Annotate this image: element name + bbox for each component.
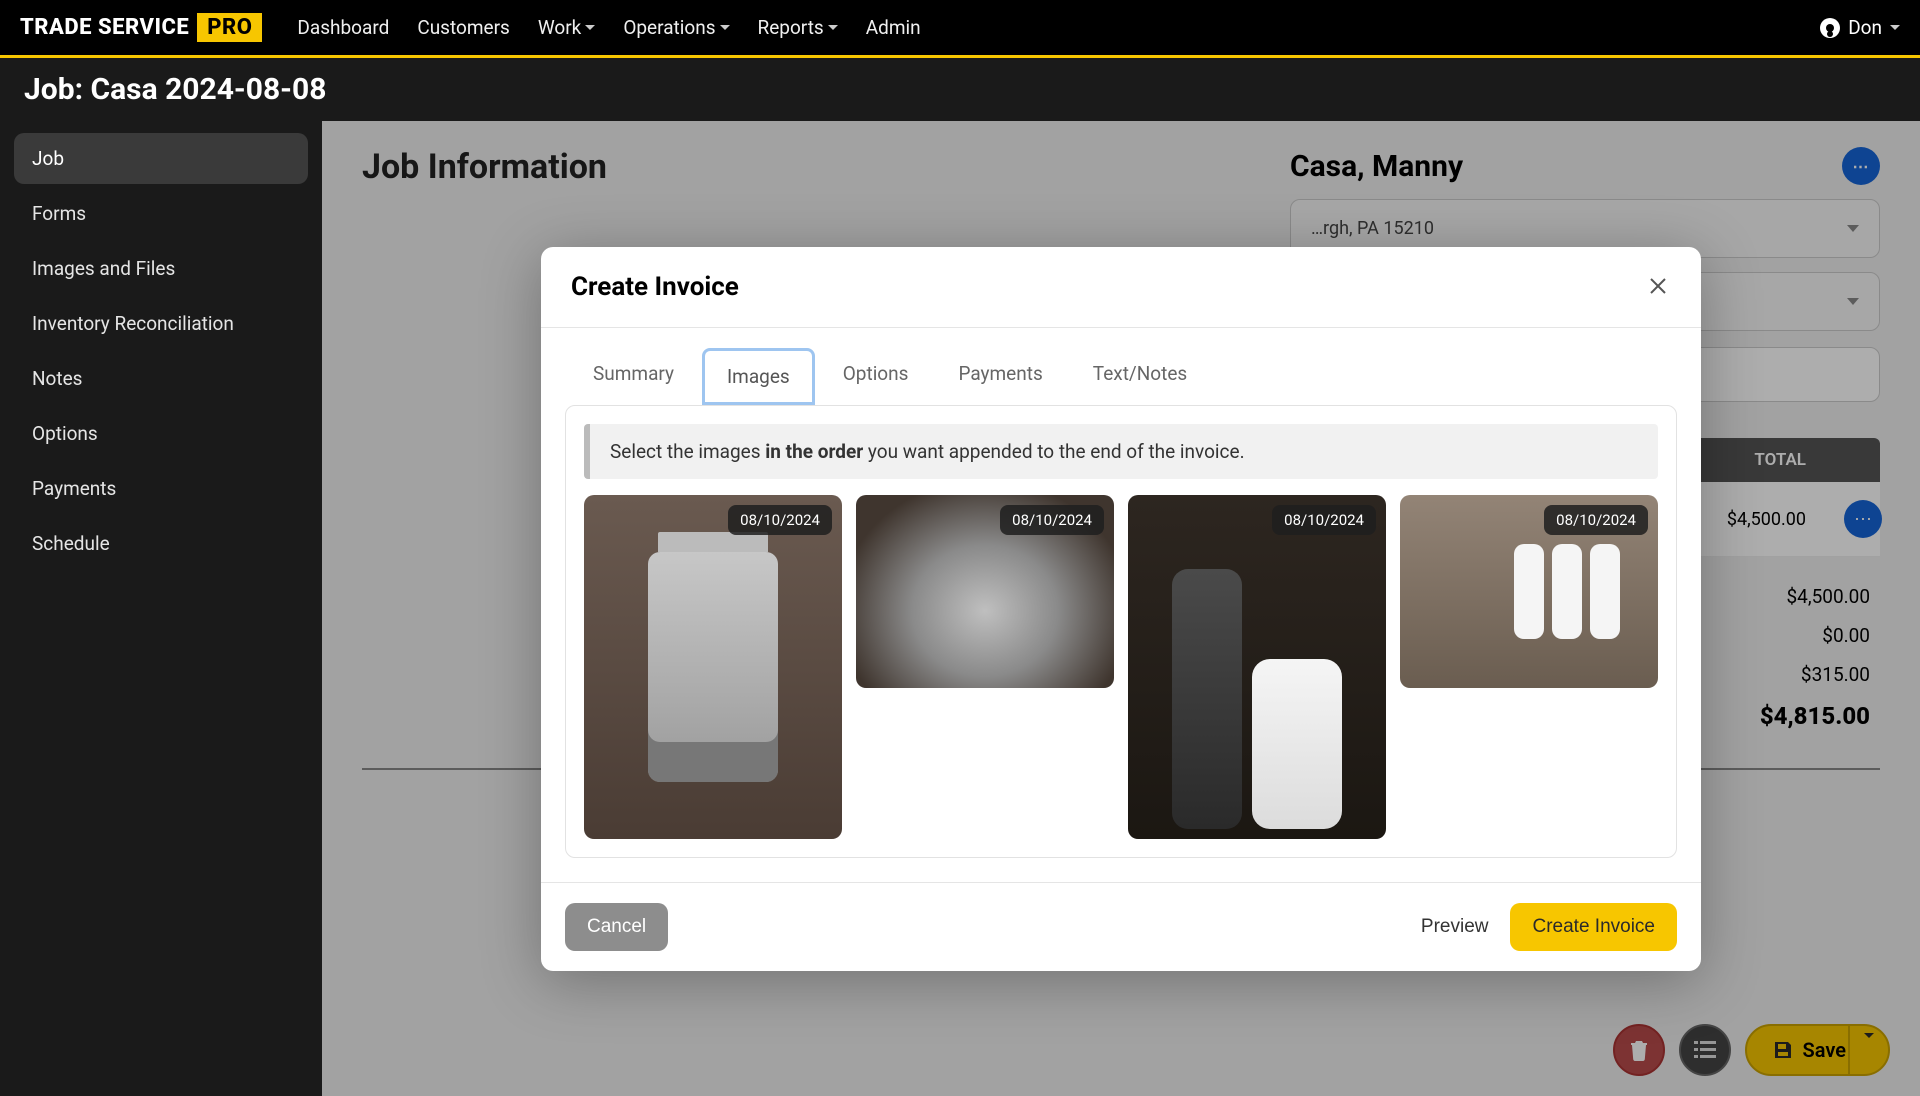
- callout-b: in the order: [765, 440, 863, 463]
- image-thumbnail-3[interactable]: 08/10/2024: [1128, 495, 1386, 839]
- nav-operations-label: Operations: [623, 16, 715, 39]
- nav-reports[interactable]: Reports: [758, 16, 838, 39]
- sidebar-item-label: Schedule: [32, 532, 110, 555]
- content-area: Job Information Casa, Manny ⋯ …rgh, PA 1…: [322, 121, 1920, 1096]
- tab-label: Text/Notes: [1093, 362, 1187, 385]
- image-grid: 08/10/2024 08/10/2024 08/10/2024 08/10/2…: [584, 495, 1658, 839]
- image-date-badge: 08/10/2024: [1272, 505, 1376, 535]
- image-thumbnail-2[interactable]: 08/10/2024: [856, 495, 1114, 688]
- brand-service: SERVICE: [98, 15, 189, 40]
- tab-payments[interactable]: Payments: [936, 348, 1064, 405]
- brand-pro: PRO: [197, 13, 262, 42]
- sidebar-item-notes[interactable]: Notes: [14, 353, 308, 404]
- nav-dashboard-label: Dashboard: [297, 16, 389, 39]
- tab-label: Summary: [593, 362, 674, 385]
- caret-down-icon: [720, 25, 730, 30]
- page-title: Job: Casa 2024-08-08: [0, 58, 1920, 121]
- nav-operations[interactable]: Operations: [623, 16, 729, 39]
- sidebar-item-label: Payments: [32, 477, 116, 500]
- image-thumbnail-4[interactable]: 08/10/2024: [1400, 495, 1658, 688]
- sidebar-item-schedule[interactable]: Schedule: [14, 518, 308, 569]
- close-button[interactable]: [1645, 269, 1671, 305]
- modal-tabs: Summary Images Options Payments Text/Not…: [541, 328, 1701, 405]
- caret-down-icon: [828, 25, 838, 30]
- user-name: Don: [1848, 16, 1882, 39]
- tab-label: Payments: [958, 362, 1042, 385]
- close-icon: [1649, 277, 1667, 295]
- create-label: Create Invoice: [1532, 916, 1655, 937]
- images-panel: Select the images in the order you want …: [565, 405, 1677, 858]
- nav-customers-label: Customers: [417, 16, 510, 39]
- user-icon: [1820, 18, 1840, 38]
- instruction-callout: Select the images in the order you want …: [584, 424, 1658, 479]
- sidebar-item-label: Images and Files: [32, 257, 175, 280]
- modal-title: Create Invoice: [571, 272, 739, 302]
- top-navbar: TRADE SERVICE PRO Dashboard Customers Wo…: [0, 0, 1920, 58]
- brand-trade: TRADE: [20, 15, 92, 40]
- tab-text-notes[interactable]: Text/Notes: [1071, 348, 1209, 405]
- nav-reports-label: Reports: [758, 16, 824, 39]
- sidebar-item-payments[interactable]: Payments: [14, 463, 308, 514]
- sidebar-item-label: Inventory Reconciliation: [32, 312, 234, 335]
- nav-work[interactable]: Work: [538, 16, 595, 39]
- callout-a: Select the images: [610, 440, 765, 463]
- image-date-badge: 08/10/2024: [728, 505, 832, 535]
- sidebar-item-job[interactable]: Job: [14, 133, 308, 184]
- caret-down-icon: [585, 25, 595, 30]
- modal-footer: Cancel Preview Create Invoice: [541, 882, 1701, 971]
- sidebar-item-label: Options: [32, 422, 98, 445]
- sidebar-item-options[interactable]: Options: [14, 408, 308, 459]
- tab-summary[interactable]: Summary: [571, 348, 696, 405]
- main-layout: Job Forms Images and Files Inventory Rec…: [0, 121, 1920, 1096]
- sidebar-item-label: Notes: [32, 367, 83, 390]
- nav-items: Dashboard Customers Work Operations Repo…: [297, 16, 920, 39]
- image-date-badge: 08/10/2024: [1000, 505, 1104, 535]
- sidebar-item-inventory[interactable]: Inventory Reconciliation: [14, 298, 308, 349]
- cancel-button[interactable]: Cancel: [565, 903, 668, 951]
- brand-logo[interactable]: TRADE SERVICE PRO: [20, 13, 262, 42]
- sidebar-item-forms[interactable]: Forms: [14, 188, 308, 239]
- nav-admin-label: Admin: [866, 16, 921, 39]
- tab-images[interactable]: Images: [702, 348, 815, 405]
- nav-admin[interactable]: Admin: [866, 16, 921, 39]
- tab-options[interactable]: Options: [821, 348, 931, 405]
- create-invoice-button[interactable]: Create Invoice: [1510, 903, 1677, 951]
- preview-label: Preview: [1421, 916, 1489, 937]
- preview-button[interactable]: Preview: [1399, 903, 1511, 951]
- caret-down-icon: [1890, 25, 1900, 30]
- nav-customers[interactable]: Customers: [417, 16, 510, 39]
- create-invoice-modal: Create Invoice Summary Images Options Pa…: [541, 247, 1701, 971]
- nav-work-label: Work: [538, 16, 581, 39]
- tab-label: Options: [843, 362, 909, 385]
- nav-dashboard[interactable]: Dashboard: [297, 16, 389, 39]
- sidebar-item-images-files[interactable]: Images and Files: [14, 243, 308, 294]
- callout-c: you want appended to the end of the invo…: [863, 440, 1244, 463]
- sidebar-item-label: Job: [32, 147, 64, 170]
- user-menu[interactable]: Don: [1820, 16, 1900, 39]
- image-thumbnail-1[interactable]: 08/10/2024: [584, 495, 842, 839]
- image-date-badge: 08/10/2024: [1544, 505, 1648, 535]
- sidebar: Job Forms Images and Files Inventory Rec…: [0, 121, 322, 1096]
- cancel-label: Cancel: [587, 916, 646, 937]
- tab-label: Images: [727, 365, 790, 388]
- sidebar-item-label: Forms: [32, 202, 86, 225]
